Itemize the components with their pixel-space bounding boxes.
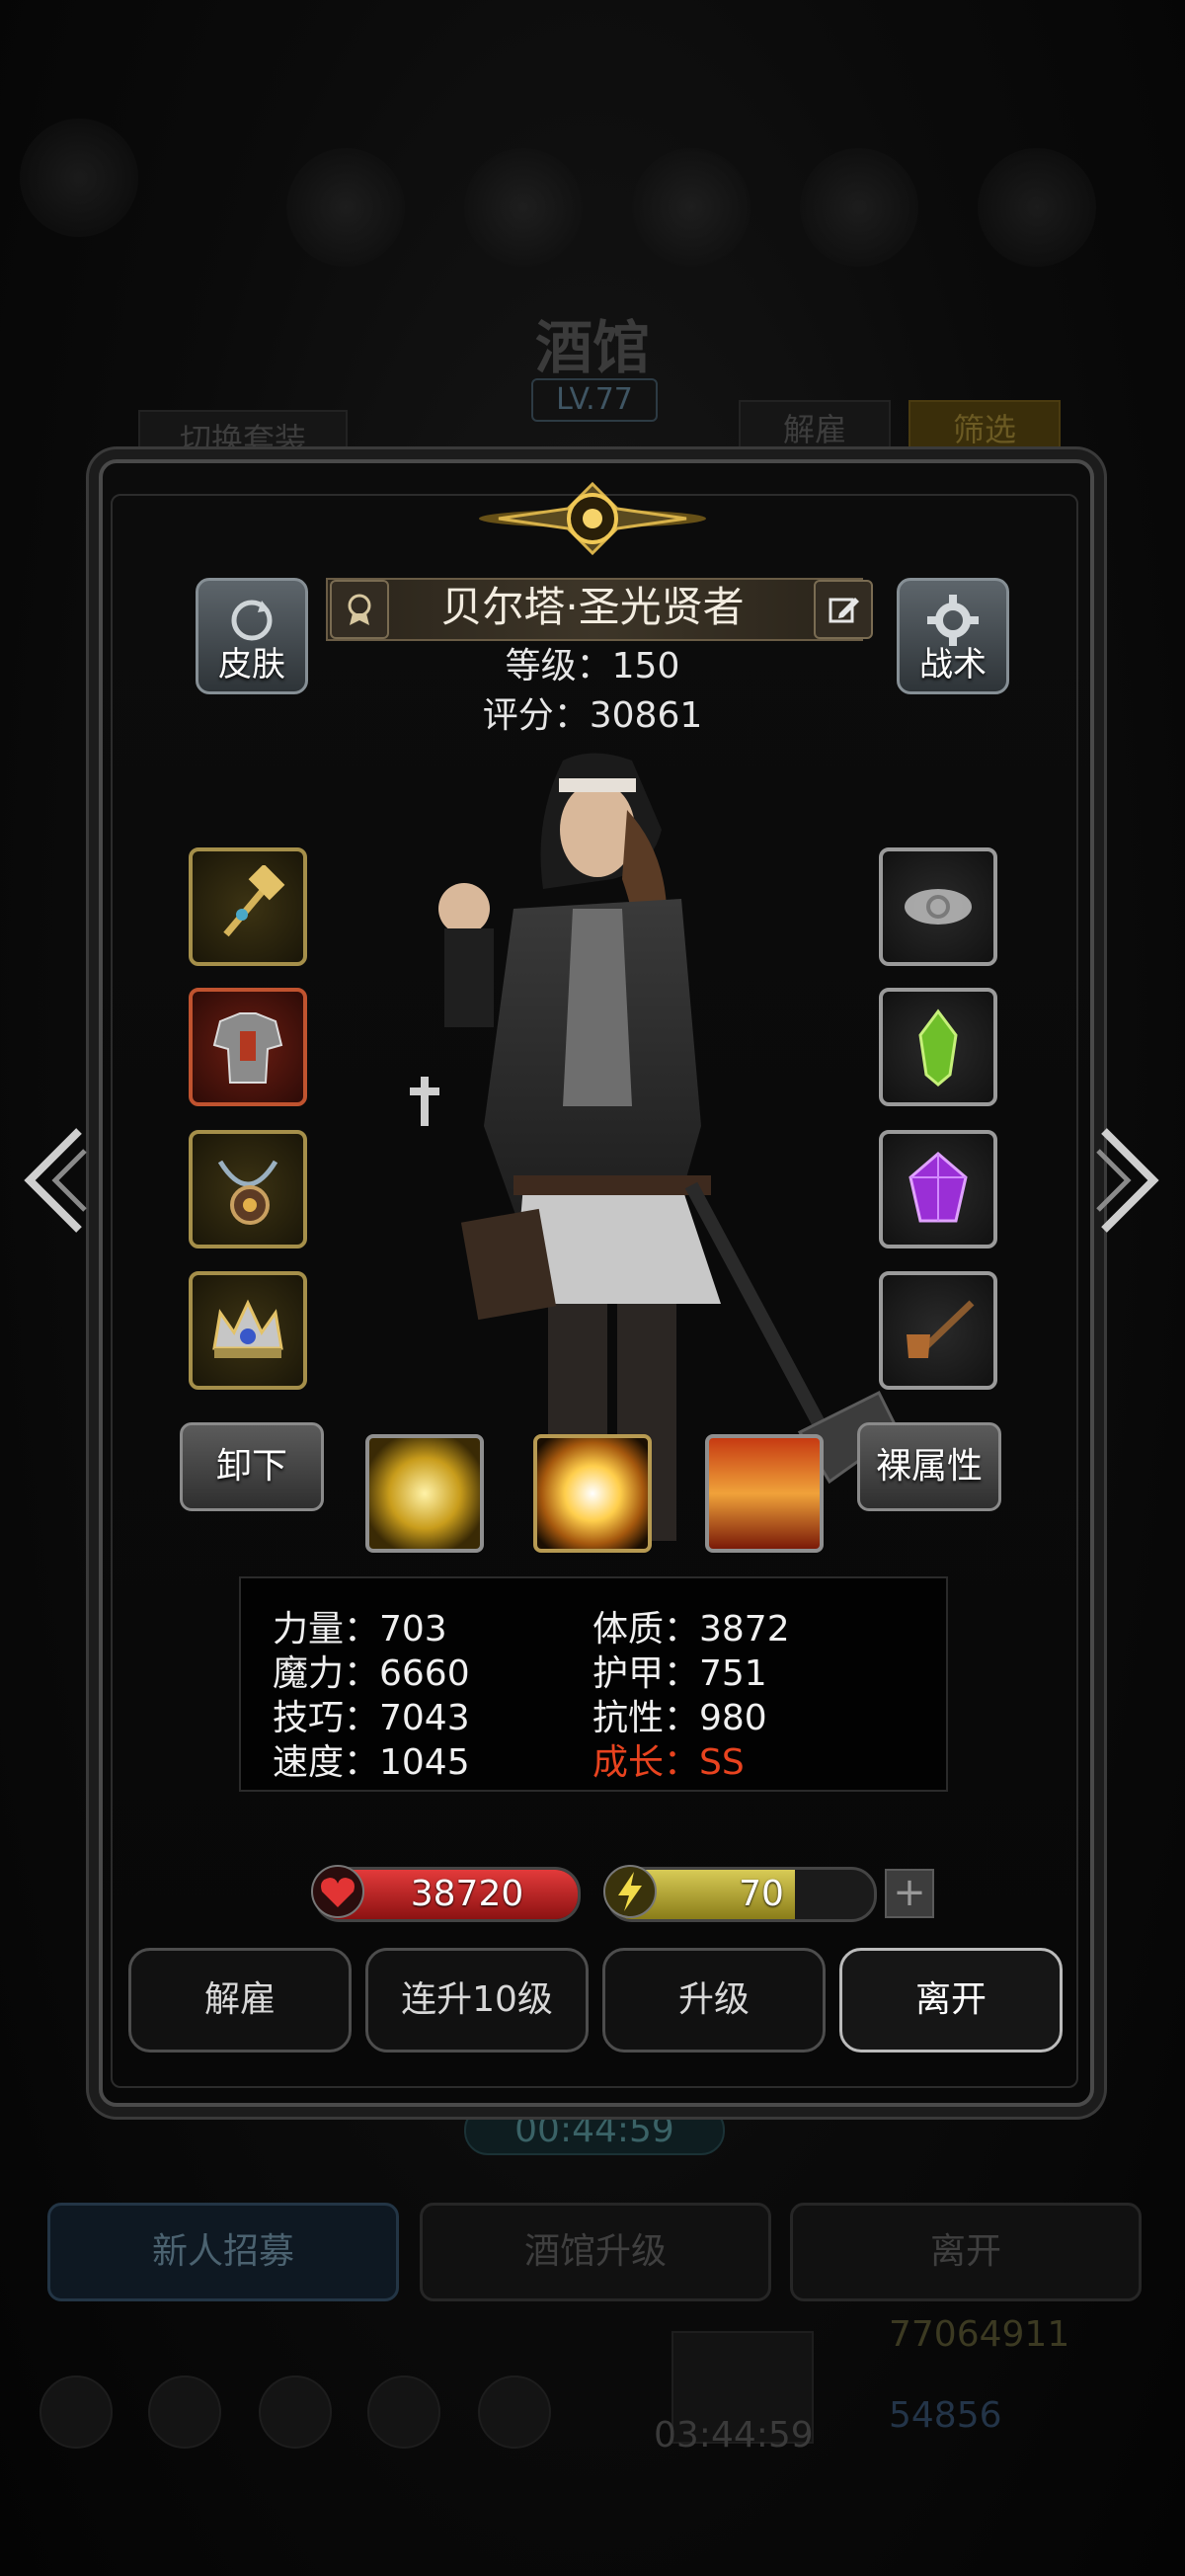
background-menu-icon xyxy=(40,2375,113,2449)
lightning-icon xyxy=(603,1865,657,1918)
edit-name-icon[interactable] xyxy=(814,580,873,639)
attr-growth: 成长：SS xyxy=(592,1742,745,1783)
dismiss-button[interactable]: 解雇 xyxy=(128,1948,352,2053)
equip-slot-weapon[interactable] xyxy=(189,847,307,966)
skill-holy-light-icon[interactable] xyxy=(365,1434,484,1553)
skill-radiant-orb-icon[interactable] xyxy=(533,1434,652,1553)
background-gems: 54856 xyxy=(889,2395,1002,2436)
equip-slot-armor[interactable] xyxy=(189,988,307,1106)
pipe-icon xyxy=(907,1300,975,1358)
equip-slot-necklace[interactable] xyxy=(189,1130,307,1248)
hero-score: 评分：30861 xyxy=(482,695,703,736)
armor-chest-icon xyxy=(212,1012,283,1084)
green-crystal-icon xyxy=(918,1008,958,1087)
background-resource-orb xyxy=(978,148,1096,267)
background-menu-icon xyxy=(259,2375,332,2449)
equip-slot-trinket[interactable] xyxy=(879,1271,997,1390)
hero-name: 贝尔塔·圣光贤者 xyxy=(440,583,745,631)
equip-slot-charm[interactable] xyxy=(879,988,997,1106)
tavern-level: LV.77 xyxy=(531,378,658,422)
crown-icon xyxy=(212,1299,283,1358)
background-gold: 77064911 xyxy=(889,2314,1070,2355)
attr-speed: 速度：1045 xyxy=(273,1742,470,1783)
background-resource-orb xyxy=(632,148,750,267)
tactics-label: 战术 xyxy=(919,645,987,684)
skin-label: 皮肤 xyxy=(218,645,285,684)
leave-button[interactable]: 离开 xyxy=(839,1948,1063,2053)
skin-button[interactable]: 皮肤 xyxy=(196,578,308,694)
background-menu-icon xyxy=(148,2375,221,2449)
background-resource-orb xyxy=(286,148,405,267)
equip-slot-helmet[interactable] xyxy=(189,1271,307,1390)
tavern-upgrade-tab: 酒馆升级 xyxy=(420,2203,771,2301)
level-up-button[interactable]: 升级 xyxy=(602,1948,826,2053)
energy-value: 70 xyxy=(739,1874,784,1914)
background-timer: 00:44:59 xyxy=(464,2106,725,2155)
level-up-10-button[interactable]: 连升10级 xyxy=(365,1948,589,2053)
equip-slot-gem[interactable] xyxy=(879,1130,997,1248)
next-hero-arrow-icon[interactable] xyxy=(1094,1126,1163,1235)
hammer-scepter-icon xyxy=(223,865,285,937)
purple-gem-icon xyxy=(908,1152,968,1223)
background-avatar xyxy=(20,119,138,237)
amulet-chain-icon xyxy=(217,1160,278,1225)
background-leave-tab: 离开 xyxy=(790,2203,1142,2301)
cloud-ring-icon xyxy=(905,889,972,925)
background-resource-orb xyxy=(464,148,583,267)
recruit-tab: 新人招募 xyxy=(47,2203,399,2301)
heart-icon xyxy=(311,1865,364,1918)
background-chest-timer: 03:44:59 xyxy=(654,2415,814,2455)
hp-value: 38720 xyxy=(410,1874,524,1914)
equip-slot-ring[interactable] xyxy=(879,847,997,966)
base-attributes-button[interactable]: 裸属性 xyxy=(857,1422,1001,1511)
unequip-button[interactable]: 卸下 xyxy=(180,1422,324,1511)
add-energy-button[interactable]: + xyxy=(885,1869,934,1918)
background-dismiss-button: 解雇 xyxy=(739,400,891,459)
background-resource-orb xyxy=(800,148,918,267)
tactics-button[interactable]: 战术 xyxy=(897,578,1009,694)
background-menu-icon xyxy=(478,2375,551,2449)
skill-holy-shield-icon[interactable] xyxy=(705,1434,824,1553)
background-menu-icon xyxy=(367,2375,440,2449)
tavern-title: 酒馆 xyxy=(534,314,650,381)
previous-hero-arrow-icon[interactable] xyxy=(20,1126,89,1235)
crest-emblem-icon xyxy=(479,481,706,556)
filter-button: 筛选 xyxy=(908,400,1061,459)
